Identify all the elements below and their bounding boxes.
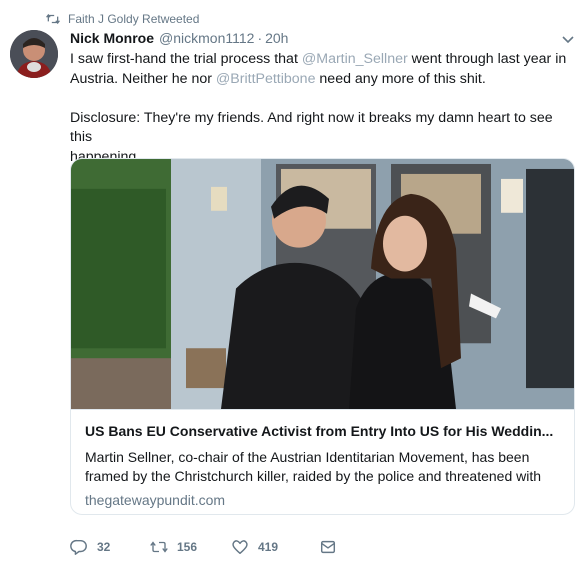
retweet-header-text[interactable]: Faith J Goldy Retweeted — [68, 12, 199, 26]
tweet-text-segment: I saw first-hand the trial process that — [70, 51, 302, 67]
avatar[interactable] — [10, 30, 58, 78]
header-separator: · — [257, 30, 263, 46]
retweet-icon — [46, 13, 60, 25]
retweet-count: 156 — [177, 540, 198, 554]
card-description-line: framed by the Christchurch killer, raide… — [85, 467, 542, 484]
retweet-icon — [150, 541, 168, 553]
tweet-text-segment: need any more of this shit. — [315, 70, 486, 87]
card-description-line: Martin Sellner, co-chair of the Austrian… — [85, 449, 530, 465]
card-description: Martin Sellner, co-chair of the Austrian… — [85, 448, 565, 485]
retweet-header: Faith J Goldy Retweeted — [46, 10, 199, 28]
tweet-text: I saw first-hand the trial process that … — [70, 50, 578, 167]
link-card[interactable]: US Bans EU Conservative Activist from En… — [70, 158, 575, 515]
reply-icon — [70, 539, 87, 555]
reply-button[interactable]: 32 — [70, 538, 150, 556]
direct-message-button[interactable] — [319, 538, 346, 556]
tweet-text-segment: went through last year in — [407, 51, 567, 67]
tweet-header: Nick Monroe @nickmon1112 · 20h — [70, 30, 574, 50]
mention-link[interactable]: @Martin_Sellner — [302, 51, 408, 67]
mention-link[interactable]: @BrittPettibone — [216, 71, 316, 87]
tweet-line: Austria. Neither he nor @BrittPettibone … — [70, 70, 578, 90]
author-name[interactable]: Nick Monroe — [70, 30, 154, 46]
heart-icon — [232, 540, 248, 555]
tweet-text-segment: Austria. Neither he nor — [70, 70, 216, 87]
card-body: US Bans EU Conservative Activist from En… — [85, 422, 565, 508]
tweet-line: Disclosure: They're my friends. And righ… — [70, 109, 553, 146]
envelope-icon — [320, 540, 336, 554]
like-count: 419 — [258, 540, 279, 554]
tweet-line: I saw first-hand the trial process that … — [70, 50, 578, 70]
tweet-actions: 32 156 419 — [70, 537, 346, 557]
card-domain[interactable]: thegatewaypundit.com — [85, 492, 565, 508]
reply-count: 32 — [97, 540, 111, 554]
author-handle[interactable]: @nickmon1112 — [159, 30, 254, 46]
chevron-down-icon[interactable] — [562, 36, 574, 44]
card-title[interactable]: US Bans EU Conservative Activist from En… — [85, 422, 565, 440]
retweet-button[interactable]: 156 — [150, 538, 231, 556]
card-image[interactable] — [71, 159, 574, 410]
like-button[interactable]: 419 — [231, 538, 319, 556]
timestamp[interactable]: 20h — [265, 30, 288, 46]
